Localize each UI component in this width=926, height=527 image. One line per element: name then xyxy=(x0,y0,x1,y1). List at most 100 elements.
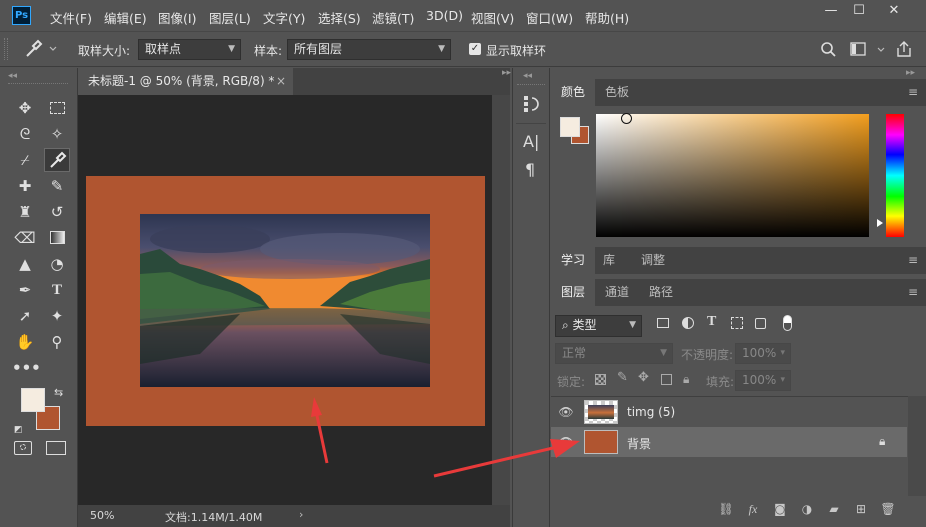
color-field[interactable] xyxy=(596,113,869,237)
toolbox-grip[interactable] xyxy=(8,83,68,86)
zoom-icon[interactable]: ⚲ xyxy=(44,330,70,354)
more-icon[interactable]: ••• xyxy=(12,356,41,380)
panel-menu-icon[interactable]: ≡ xyxy=(908,85,918,99)
hand-icon[interactable]: ✋ xyxy=(12,330,38,354)
grip-handle[interactable] xyxy=(4,38,8,60)
menu-filter[interactable]: 滤镜(T) xyxy=(372,8,414,27)
filter-pixel-icon[interactable] xyxy=(657,318,669,328)
group-folder-icon[interactable]: ▰ xyxy=(825,500,843,518)
default-colors-icon[interactable]: ◩ xyxy=(14,425,23,435)
lasso-icon[interactable]: ᘓ xyxy=(12,122,38,146)
hue-slider[interactable] xyxy=(886,114,904,237)
layer-row-background[interactable]: 👁︎ 背景 🔒︎ xyxy=(551,427,907,457)
menu-select[interactable]: 选择(S) xyxy=(318,8,361,27)
fx-icon[interactable]: fx xyxy=(744,500,762,518)
brush-icon[interactable]: ✎ xyxy=(44,174,70,198)
healing-brush-icon[interactable]: ✚ xyxy=(12,174,38,198)
menu-help[interactable]: 帮助(H) xyxy=(585,8,629,27)
crop-icon[interactable]: ⌿ xyxy=(12,148,38,172)
screen-mode-icon[interactable] xyxy=(46,441,66,455)
paragraph-panel-icon[interactable]: ¶ xyxy=(525,160,535,179)
close-tab-icon[interactable]: × xyxy=(276,68,286,95)
dodge-icon[interactable]: ◔ xyxy=(44,252,70,276)
sample-size-select[interactable]: 取样点 ▼ xyxy=(138,39,241,60)
tab-color[interactable]: 颜色 xyxy=(551,79,596,106)
menu-window[interactable]: 窗口(W) xyxy=(526,8,573,27)
eye-icon[interactable]: 👁︎ xyxy=(558,404,574,420)
character-panel-icon[interactable]: A| xyxy=(523,132,539,151)
lock-artboard-icon[interactable] xyxy=(661,374,672,385)
filter-toggle-switch[interactable] xyxy=(783,315,792,331)
layers-scrollbar[interactable] xyxy=(908,396,926,496)
lock-transparent-icon[interactable] xyxy=(595,374,606,385)
filter-smart-object-icon[interactable] xyxy=(755,318,766,329)
collapse-icon[interactable]: ▸▸ xyxy=(906,68,915,78)
fill-input[interactable]: 100% ▾ xyxy=(735,370,791,391)
landscape-photo-layer[interactable] xyxy=(140,214,430,387)
maximize-icon[interactable]: ☐ xyxy=(846,2,872,20)
pen-icon[interactable]: ✒ xyxy=(12,278,38,302)
menu-file[interactable]: 文件(F) xyxy=(50,8,92,27)
eraser-icon[interactable]: ⌫ xyxy=(12,226,38,250)
add-mask-icon[interactable]: ◙ xyxy=(771,500,789,518)
layer-filter-select[interactable]: ⌕ 类型 ▼ xyxy=(555,315,642,337)
filter-shape-icon[interactable] xyxy=(731,317,743,329)
lock-position-icon[interactable]: ✥ xyxy=(638,370,649,385)
lock-all-icon[interactable]: 🔒︎ xyxy=(683,372,689,387)
dock-grip[interactable] xyxy=(517,84,545,85)
workspace-icon[interactable] xyxy=(850,41,886,59)
path-select-icon[interactable]: ➚ xyxy=(12,304,38,328)
blend-mode-select[interactable]: 正常 ▼ xyxy=(555,343,673,364)
panel-menu-icon[interactable]: ≡ xyxy=(908,285,918,299)
tab-swatches[interactable]: 色板 xyxy=(595,79,639,106)
filter-adjustment-icon[interactable] xyxy=(682,317,694,329)
menu-image[interactable]: 图像(I) xyxy=(158,8,196,27)
tool-preset-picker[interactable] xyxy=(22,38,58,60)
magic-wand-icon[interactable]: ✧ xyxy=(44,122,70,146)
layer-name[interactable]: timg (5) xyxy=(627,405,675,419)
tab-libraries[interactable]: 库 xyxy=(593,247,625,274)
menu-type[interactable]: 文字(Y) xyxy=(263,8,305,27)
adjustment-layer-icon[interactable]: ◑ xyxy=(798,500,816,518)
gradient-icon[interactable] xyxy=(44,226,70,250)
lock-pixels-icon[interactable]: ✎ xyxy=(617,370,628,385)
show-ring-checkbox[interactable]: ✓ xyxy=(469,43,481,55)
minimize-icon[interactable]: — xyxy=(818,2,844,20)
layer-name[interactable]: 背景 xyxy=(627,435,651,452)
search-icon[interactable] xyxy=(819,41,837,59)
history-panel-icon[interactable] xyxy=(522,94,542,114)
shape-icon[interactable]: ✦ xyxy=(44,304,70,328)
filter-type-icon[interactable]: T xyxy=(707,314,716,330)
zoom-level[interactable]: 50% xyxy=(90,509,114,522)
panel-menu-icon[interactable]: ≡ xyxy=(908,253,918,267)
new-layer-icon[interactable]: ⊞ xyxy=(852,500,870,518)
color-picker-cursor[interactable] xyxy=(621,113,632,124)
foreground-color-swatch[interactable] xyxy=(21,388,45,412)
tab-channels[interactable]: 通道 xyxy=(595,279,639,306)
tab-adjustments[interactable]: 调整 xyxy=(631,247,675,274)
close-icon[interactable]: ✕ xyxy=(874,2,914,20)
quick-mask-icon[interactable] xyxy=(14,441,32,455)
menu-view[interactable]: 视图(V) xyxy=(471,8,514,27)
trash-icon[interactable]: 🗑︎ xyxy=(879,500,897,518)
chevron-right-icon[interactable]: › xyxy=(299,508,303,521)
tab-layers[interactable]: 图层 xyxy=(551,279,596,306)
opacity-input[interactable]: 100% ▾ xyxy=(735,343,791,364)
swap-colors-icon[interactable]: ⇆ xyxy=(54,386,63,399)
marquee-icon[interactable] xyxy=(44,96,70,120)
move-icon[interactable]: ✥ xyxy=(12,96,38,120)
menu-layer[interactable]: 图层(L) xyxy=(209,8,251,27)
color-panel-foreground-swatch[interactable] xyxy=(560,117,580,137)
blur-icon[interactable]: ▲ xyxy=(12,252,38,276)
share-icon[interactable] xyxy=(895,40,913,58)
panel-collapse-icon[interactable]: ▸▸ xyxy=(502,68,511,78)
document-tab[interactable]: 未标题-1 @ 50% (背景, RGB/8) * × xyxy=(78,68,293,95)
sample-select[interactable]: 所有图层 ▼ xyxy=(287,39,451,60)
eyedropper-icon[interactable] xyxy=(44,148,70,172)
collapse-icon[interactable]: ◂◂ xyxy=(8,71,17,81)
tab-paths[interactable]: 路径 xyxy=(639,279,683,306)
type-icon[interactable]: T xyxy=(44,278,70,302)
collapse-icon[interactable]: ◂◂ xyxy=(523,71,532,81)
tab-learn[interactable]: 学习 xyxy=(551,247,596,274)
hue-slider-handle[interactable] xyxy=(877,219,883,227)
